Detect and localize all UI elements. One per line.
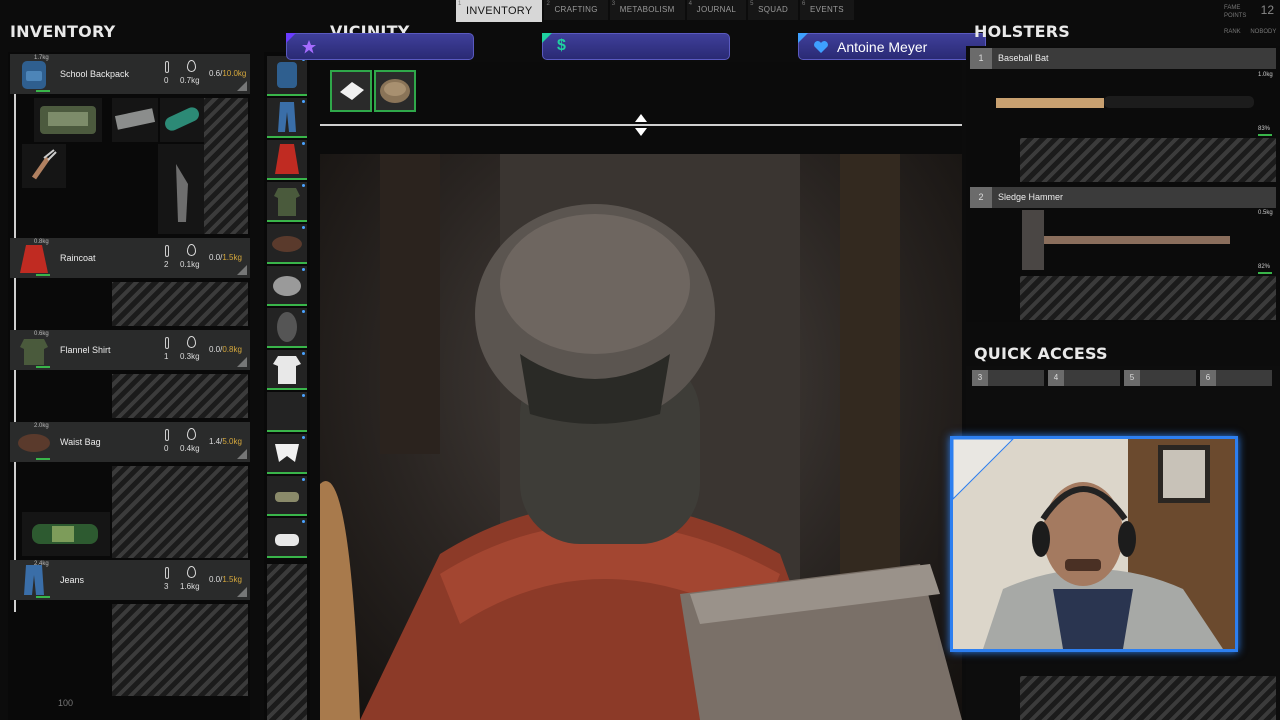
shirt-icon: [14, 333, 54, 367]
quick-slot-5[interactable]: 5: [1124, 370, 1196, 386]
expand-corner-icon[interactable]: [237, 357, 247, 367]
item-slot-pills[interactable]: [112, 98, 158, 142]
dollar-icon: $: [557, 37, 566, 54]
top-nav: 1 INVENTORY 2 CRAFTING 3 METABOLISM 4 JOURNA…: [456, 0, 854, 22]
water-drop-icon: [187, 336, 196, 348]
holsters-title: HOLSTERS: [974, 22, 1070, 41]
resize-handle-icon[interactable]: [634, 112, 648, 143]
thermometer-icon: [165, 567, 169, 579]
vicinity-item-can[interactable]: [374, 70, 416, 112]
expand-corner-icon[interactable]: [237, 587, 247, 597]
corner-accent-icon: [286, 33, 296, 43]
quick-access-title: QUICK ACCESS: [974, 344, 1108, 363]
equip-slot-underwear[interactable]: [267, 434, 307, 474]
durability-bar: [36, 90, 50, 92]
tab-squad[interactable]: 5 SQUAD: [748, 0, 799, 20]
equip-slot-shirt[interactable]: [267, 182, 307, 222]
fame-label: FAME POINTS: [1224, 5, 1247, 19]
equip-slot-raincoat[interactable]: [267, 140, 307, 180]
tab-crafting[interactable]: 2 CRAFTING: [544, 0, 608, 20]
equip-slot-empty[interactable]: [267, 392, 307, 432]
overlay-bar-star: [286, 33, 474, 60]
equip-slot-tshirt[interactable]: [267, 350, 307, 390]
corner-accent-icon: [798, 33, 808, 43]
thermometer-icon: [165, 337, 169, 349]
inventory-title: INVENTORY: [10, 22, 116, 41]
sledge-hammer-icon: [1022, 210, 1230, 270]
webcam-overlay: [950, 436, 1238, 652]
water-drop-icon: [187, 244, 196, 256]
inventory-panel: 1.7kg School Backpack 0 0.7kg 0.6/10.0kg…: [8, 52, 250, 720]
expand-corner-icon[interactable]: [237, 449, 247, 459]
character-preview[interactable]: [320, 154, 962, 720]
tab-events[interactable]: 6 EVENTS: [800, 0, 854, 20]
expand-corner-icon[interactable]: [237, 265, 247, 275]
holster-slot-1[interactable]: 1 Baseball Bat: [970, 48, 1276, 69]
water-drop-icon: [187, 566, 196, 578]
backpack-icon: [14, 57, 54, 91]
holsters-panel: 1 Baseball Bat 1.0kg 83% 2 Sledge Hammer…: [966, 46, 1280, 322]
rank-value: NOBODY: [1250, 29, 1277, 35]
star-icon: [302, 40, 316, 54]
holster-slot-2[interactable]: 2 Sledge Hammer: [970, 187, 1276, 208]
durability-bar: [1258, 134, 1272, 136]
thermometer-icon: [165, 245, 169, 257]
inventory-item-flannel-shirt[interactable]: 0.6kg Flannel Shirt 1 0.3kg 0.0/0.8kg: [10, 330, 250, 370]
quick-slot-4[interactable]: 4: [1048, 370, 1120, 386]
webcam-feed: [953, 439, 1235, 649]
durability-bar: [36, 274, 50, 276]
fame-value: 12: [1260, 3, 1274, 17]
equip-slot-shoes[interactable]: [267, 518, 307, 558]
water-drop-icon: [187, 60, 196, 72]
fame-rank-readout: FAME POINTS 12 RANK NOBODY: [1224, 4, 1278, 36]
vicinity-panel: [320, 62, 962, 154]
inventory-item-waist-bag[interactable]: 2.0kg Waist Bag 0 0.4kg 1.4/5.0kg: [10, 422, 250, 462]
durability-bar: [36, 596, 50, 598]
equip-slot-cap[interactable]: [267, 266, 307, 306]
overlay-bar-heart: Antoine Meyer: [798, 33, 986, 60]
item-slot-canister[interactable]: [160, 98, 204, 142]
tab-metabolism[interactable]: 3 METABOLISM: [609, 0, 685, 20]
equip-slot-socks[interactable]: [267, 476, 307, 516]
tab-inventory[interactable]: 1 INVENTORY: [456, 0, 543, 22]
bottom-gauge-value: 100: [58, 698, 74, 708]
item-slot-knife[interactable]: [158, 144, 204, 234]
thermometer-icon: [165, 61, 169, 73]
expand-corner-icon[interactable]: [237, 81, 247, 91]
thermometer-icon: [165, 429, 169, 441]
durability-bar: [1258, 272, 1272, 274]
water-drop-icon: [187, 428, 196, 440]
item-slot-bottle[interactable]: [22, 512, 110, 556]
equip-slot-balaclava[interactable]: [267, 308, 307, 348]
follower-name: Antoine Meyer: [837, 39, 928, 55]
inventory-item-jeans[interactable]: 2.4kg Jeans 3 1.6kg 0.0/1.5kg: [10, 560, 250, 600]
corner-accent-icon: [542, 33, 552, 43]
item-slot-fork[interactable]: [22, 144, 66, 188]
vicinity-item-paper[interactable]: [330, 70, 372, 112]
item-slot-bandage[interactable]: [34, 98, 102, 142]
durability-bar: [36, 458, 50, 460]
equip-slot-jeans[interactable]: [267, 98, 307, 138]
tab-journal[interactable]: 4 JOURNAL: [686, 0, 747, 20]
overlay-bar-dollar: $: [542, 33, 730, 60]
baseball-bat-icon: [996, 96, 1254, 108]
quick-slot-3[interactable]: 3: [972, 370, 1044, 386]
jeans-icon: [14, 563, 54, 597]
inventory-item-raincoat[interactable]: 0.8kg Raincoat 2 0.1kg 0.0/1.5kg: [10, 238, 250, 278]
quick-slot-6[interactable]: 6: [1200, 370, 1272, 386]
heart-icon: [814, 41, 828, 53]
equip-slot-backpack[interactable]: [267, 56, 307, 96]
raincoat-icon: [14, 241, 54, 275]
waist-bag-icon: [14, 425, 54, 459]
equipment-column: [264, 52, 310, 720]
durability-bar: [36, 366, 50, 368]
character-render: [320, 154, 962, 720]
equip-slot-waist-bag[interactable]: [267, 224, 307, 264]
rank-label: RANK: [1224, 29, 1241, 35]
inventory-item-school-backpack[interactable]: 1.7kg School Backpack 0 0.7kg 0.6/10.0kg: [10, 54, 250, 94]
